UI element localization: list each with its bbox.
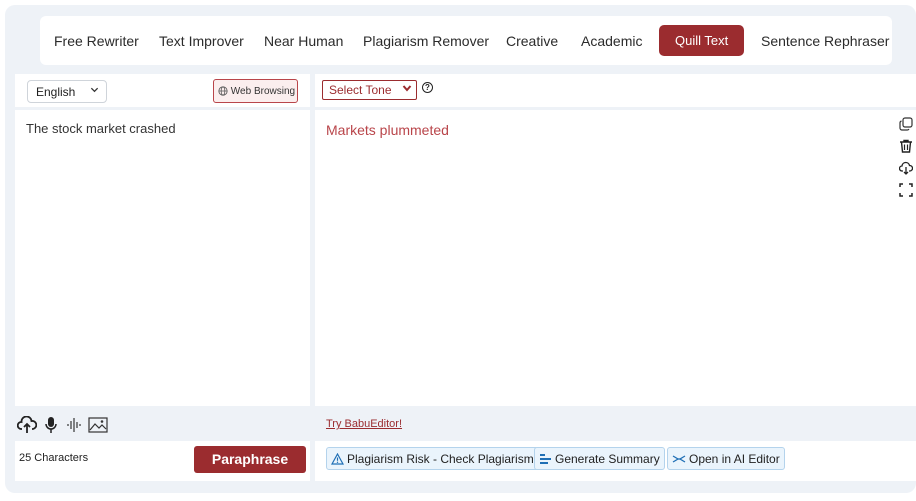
check-plagiarism-button[interactable]: Plagiarism Risk - Check Plagiarism [326, 447, 539, 470]
microphone-icon[interactable] [44, 416, 58, 434]
globe-icon [218, 86, 228, 96]
audio-wave-icon[interactable] [66, 416, 84, 434]
paraphrase-button[interactable]: Paraphrase [194, 446, 306, 473]
mode-quill-text[interactable]: Quill Text [659, 25, 745, 56]
mode-free-rewriter[interactable]: Free Rewriter [54, 33, 139, 49]
download-icon[interactable] [899, 161, 913, 175]
ai-editor-icon [672, 455, 686, 463]
mode-plagiarism-remover[interactable]: Plagiarism Remover [363, 33, 489, 49]
check-plagiarism-label: Plagiarism Risk - Check Plagiarism [347, 452, 534, 466]
fullscreen-icon[interactable] [899, 183, 913, 197]
tone-select[interactable]: Select Tone [322, 80, 417, 100]
tone-value: Select Tone [329, 83, 392, 97]
open-ai-editor-label: Open in AI Editor [689, 452, 780, 466]
input-toolbar: English Web Browsing [15, 74, 310, 107]
mode-bar: Free Rewriter Text Improver Near Human P… [40, 16, 892, 65]
web-browsing-label: Web Browsing [230, 86, 296, 97]
output-text[interactable]: Markets plummeted [326, 122, 449, 138]
chevron-down-icon [402, 83, 412, 96]
language-value: English [36, 85, 76, 99]
mode-sentence-rephraser[interactable]: Sentence Rephraser [761, 33, 889, 49]
copy-icon[interactable] [899, 117, 913, 131]
output-footer: Plagiarism Risk - Check Plagiarism Gener… [315, 441, 916, 481]
input-editor[interactable]: The stock market crashed [15, 110, 310, 406]
generate-summary-label: Generate Summary [555, 452, 660, 466]
input-footer: 25 Characters Paraphrase [15, 441, 310, 481]
open-ai-editor-button[interactable]: Open in AI Editor [667, 447, 785, 470]
web-browsing-button[interactable]: Web Browsing [213, 79, 298, 103]
input-text[interactable]: The stock market crashed [26, 121, 176, 136]
mode-academic[interactable]: Academic [581, 33, 642, 49]
output-tools: Try BabuEditor! [315, 408, 916, 441]
image-icon[interactable] [88, 416, 108, 434]
try-babueditor-link[interactable]: Try BabuEditor! [326, 418, 402, 430]
mode-text-improver[interactable]: Text Improver [159, 33, 244, 49]
input-tools [15, 408, 310, 441]
summary-icon [540, 454, 551, 464]
mode-creative[interactable]: Creative [506, 33, 558, 49]
trash-icon[interactable] [899, 139, 913, 153]
output-toolbar: Select Tone ? [315, 74, 916, 107]
upload-icon[interactable] [17, 416, 37, 434]
language-select[interactable]: English [27, 80, 107, 103]
output-editor[interactable]: Markets plummeted [315, 110, 916, 406]
character-count: 25 Characters [19, 452, 89, 464]
generate-summary-button[interactable]: Generate Summary [534, 447, 665, 470]
warning-icon [330, 452, 345, 465]
mode-near-human[interactable]: Near Human [264, 33, 343, 49]
help-icon[interactable]: ? [422, 82, 433, 93]
chevron-down-icon [90, 85, 99, 97]
